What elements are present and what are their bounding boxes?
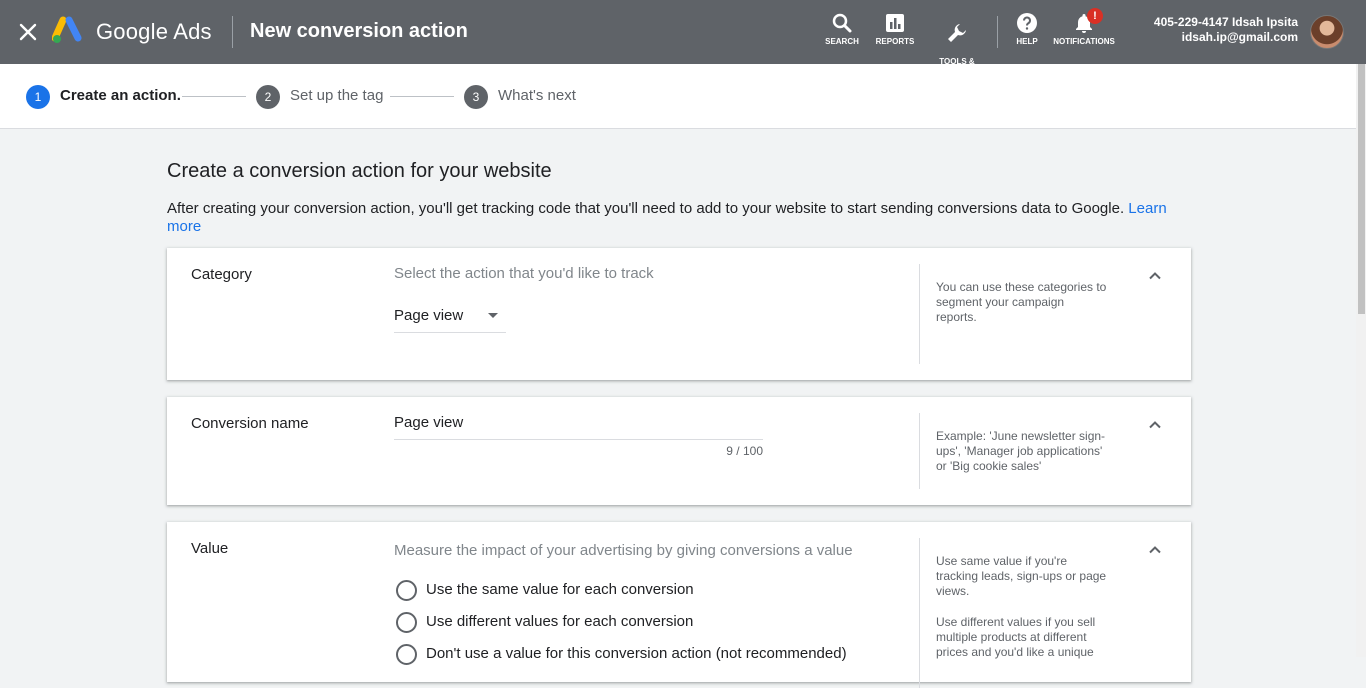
- help-icon: [1017, 13, 1037, 33]
- step-1-label: Create an action.: [60, 87, 181, 104]
- account-name: 405-229-4147 Idsah Ipsita: [1153, 15, 1298, 29]
- category-label: Category: [191, 266, 252, 283]
- step-3-number: 3: [464, 85, 488, 109]
- progress-stepper: 1 Create an action. 2 Set up the tag 3 W…: [0, 64, 1356, 129]
- top-app-bar: Google Ads New conversion action SEARCH …: [0, 0, 1366, 76]
- help-button[interactable]: HELP: [1010, 12, 1044, 47]
- google-ads-logo-icon: [52, 16, 82, 43]
- character-counter: 9 / 100: [726, 444, 763, 458]
- conversion-name-label: Conversion name: [191, 415, 309, 432]
- card-divider: [919, 413, 920, 489]
- chevron-up-icon[interactable]: [1147, 268, 1163, 284]
- intro-text: After creating your conversion action, y…: [167, 200, 1177, 236]
- select-underline: [394, 332, 506, 333]
- radio-button[interactable]: [396, 612, 417, 633]
- step-2-label: Set up the tag: [290, 87, 384, 104]
- dropdown-arrow-icon: [488, 313, 498, 318]
- card-divider: [919, 264, 920, 364]
- scrollbar-thumb[interactable]: [1358, 64, 1365, 314]
- radio-different-values-label: Use different values for each conversion: [426, 613, 694, 630]
- chevron-up-icon[interactable]: [1147, 542, 1163, 558]
- conversion-name-card: Conversion name Page view 9 / 100 Exampl…: [167, 397, 1191, 505]
- brand-name: Google Ads: [96, 19, 212, 44]
- search-icon: [832, 13, 852, 33]
- notifications-label: NOTIFICATIONS: [1053, 37, 1115, 46]
- input-underline: [394, 439, 763, 440]
- card-divider: [919, 538, 920, 688]
- conversion-name-help-text: Example: 'June newsletter sign-ups', 'Ma…: [936, 429, 1106, 473]
- radio-no-value-label: Don't use a value for this conversion ac…: [426, 645, 847, 662]
- search-button[interactable]: SEARCH: [822, 12, 862, 47]
- notification-badge: !: [1087, 8, 1103, 24]
- search-label: SEARCH: [825, 37, 859, 46]
- value-prompt: Measure the impact of your advertising b…: [394, 542, 853, 559]
- radio-same-value-label: Use the same value for each conversion: [426, 581, 694, 598]
- value-label: Value: [191, 540, 229, 557]
- avatar[interactable]: [1310, 15, 1344, 49]
- reports-button[interactable]: REPORTS: [874, 12, 916, 47]
- radio-button[interactable]: [396, 644, 417, 665]
- category-card: Category Select the action that you'd li…: [167, 248, 1191, 380]
- step-1-number: 1: [26, 85, 50, 109]
- intro-body: After creating your conversion action, y…: [167, 200, 1125, 217]
- title-divider: [232, 16, 233, 48]
- page-title: New conversion action: [250, 20, 468, 42]
- tools-divider: [997, 16, 998, 48]
- value-help-text-2: Use different values if you sell multipl…: [936, 615, 1096, 659]
- section-heading: Create a conversion action for your webs…: [167, 160, 552, 182]
- value-help-text-1: Use same value if you're tracking leads,…: [936, 554, 1107, 598]
- step-connector: [390, 96, 454, 97]
- step-3-label: What's next: [498, 87, 576, 104]
- category-prompt: Select the action that you'd like to tra…: [394, 265, 654, 282]
- help-label: HELP: [1016, 37, 1038, 46]
- account-info[interactable]: 405-229-4147 Idsah Ipsita idsah.ip@gmail…: [1154, 15, 1298, 45]
- step-connector: [182, 96, 246, 97]
- reports-label: REPORTS: [875, 37, 915, 46]
- value-card: Value Measure the impact of your adverti…: [167, 522, 1191, 688]
- account-email: idsah.ip@gmail.com: [1181, 30, 1298, 44]
- radio-button[interactable]: [396, 580, 417, 601]
- conversion-name-value: Page view: [394, 414, 464, 431]
- wrench-icon: [948, 24, 966, 42]
- step-2-number: 2: [256, 85, 280, 109]
- reports-icon: [886, 14, 904, 32]
- chevron-up-icon[interactable]: [1147, 417, 1163, 433]
- category-selected-value: Page view: [394, 307, 464, 324]
- category-help-text: You can use these categories to segment …: [936, 280, 1107, 324]
- notifications-button[interactable]: NOTIFICATIONS: [1053, 12, 1115, 47]
- close-icon[interactable]: [16, 20, 40, 44]
